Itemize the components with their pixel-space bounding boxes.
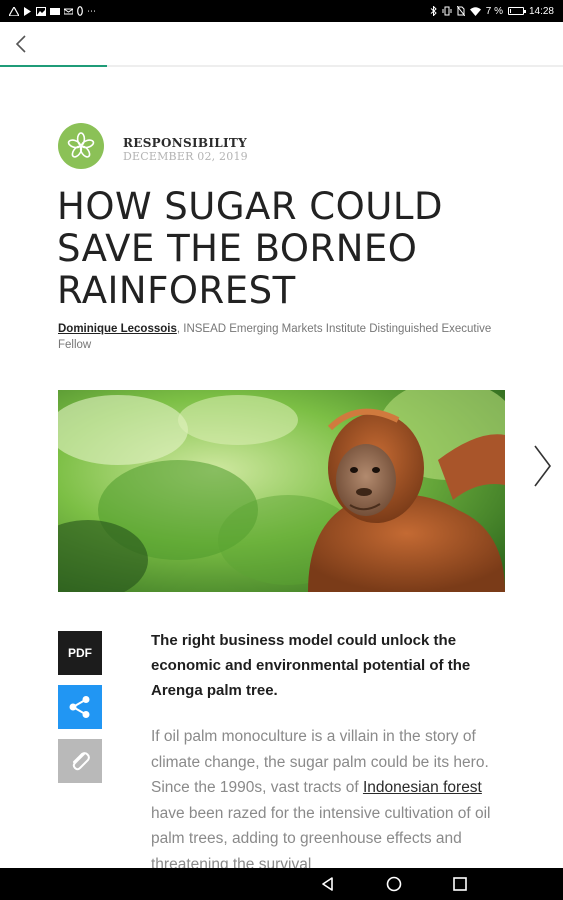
author-link[interactable]: Dominique Lecossois [58,323,177,335]
pdf-label: PDF [68,646,92,660]
next-article-button[interactable] [530,443,554,489]
battery-percent: 7 % [485,5,503,17]
no-sim-icon [456,6,465,16]
paperclip-icon [72,752,90,771]
system-nav-bar [0,868,563,900]
bluetooth-icon [430,6,437,16]
hero-illustration [58,390,505,592]
byline: Dominique Lecossois, INSEAD Emerging Mar… [58,321,498,353]
attach-button[interactable] [58,739,102,783]
chevron-right-icon [534,445,551,487]
article-body: If oil palm monoculture is a villain in … [151,724,506,868]
article-lede: The right business model could unlock th… [151,632,471,699]
top-app-bar [0,22,563,68]
nav-recents-button[interactable] [451,875,469,893]
reading-progress-fill [0,65,107,67]
more-dots-icon: ⋯ [87,5,96,16]
message-icon [64,8,73,14]
category-label[interactable]: RESPONSIBILITY [123,136,247,150]
play-icon [24,6,31,16]
link-icon [77,6,83,16]
battery-icon [507,7,526,15]
status-notifications: ⋯ [9,6,96,16]
pdf-button[interactable]: PDF [58,631,102,675]
circle-home-icon [386,876,402,892]
article[interactable]: RESPONSIBILITY DECEMBER 02, 2019 HOW SUG… [0,68,563,868]
square-recents-icon [453,877,467,891]
flower-icon [67,132,95,158]
article-actions: PDF [58,631,102,793]
article-date: DECEMBER 02, 2019 [123,150,248,163]
nav-back-button[interactable] [319,875,337,893]
vibrate-icon [442,6,452,16]
chevron-left-icon [15,35,26,53]
category-badge [58,123,104,169]
status-system: 7 % 14:28 [430,6,554,17]
photo-icon [50,7,60,15]
indonesian-forest-link[interactable]: Indonesian forest [363,779,482,796]
clock: 14:28 [528,5,554,17]
orangutan-photo [58,390,505,592]
warning-icon [9,6,19,16]
body-text-part2: have been razed for the intensive cultiv… [151,804,491,869]
status-bar: ⋯ 7 % 14:28 [0,0,563,22]
gallery-icon [36,6,46,16]
back-button[interactable] [8,30,36,58]
triangle-back-icon [322,877,333,891]
battery-level [509,9,511,13]
article-title: HOW SUGAR COULD SAVE THE BORNEO RAINFORE… [57,185,443,312]
wifi-icon [469,6,481,16]
reading-progress [0,65,563,67]
share-icon [69,696,90,718]
share-button[interactable] [58,685,102,729]
nav-home-button[interactable] [385,875,403,893]
